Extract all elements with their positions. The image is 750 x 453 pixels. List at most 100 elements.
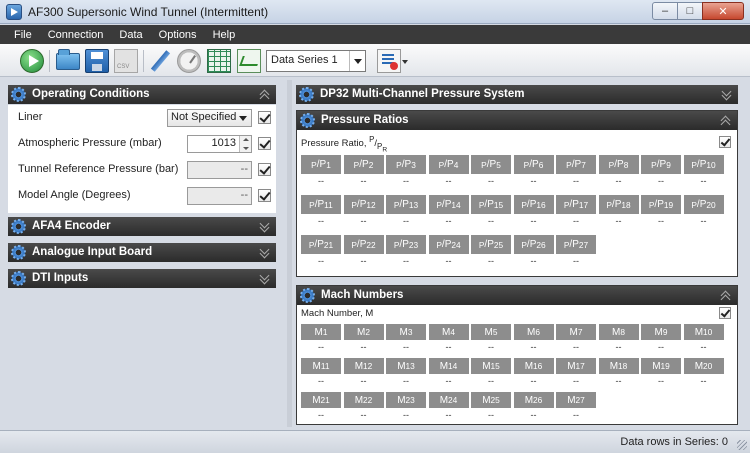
mach-index: 9: [662, 327, 668, 337]
model-angle-checkbox[interactable]: [258, 189, 271, 202]
pressure-ratios-checkbox[interactable]: [719, 136, 731, 148]
pressure-ratios-group: Pressure Ratios Pressure Ratio, P/PR P / P…: [296, 110, 738, 277]
report-icon[interactable]: [377, 49, 401, 73]
mach-index: 15: [490, 361, 500, 371]
formula-p-base: P: [404, 159, 412, 170]
pressure-ratio-value: --: [658, 216, 664, 226]
collapse-chevron-icon[interactable]: [721, 290, 731, 300]
mach-numbers-header[interactable]: Mach Numbers: [297, 286, 737, 305]
expand-chevron-icon[interactable]: [260, 221, 270, 231]
tunnel-reference-pressure-row: Tunnel Reference Pressure (bar) --: [8, 157, 276, 183]
menu-data[interactable]: Data: [119, 29, 142, 41]
panel-splitter[interactable]: [287, 80, 292, 427]
formula-index: 25: [493, 239, 504, 250]
gear-icon: [11, 245, 26, 260]
afa4-encoder-header[interactable]: AFA4 Encoder: [8, 217, 276, 236]
collapse-chevron-icon[interactable]: [260, 89, 270, 99]
dp32-header[interactable]: DP32 Multi-Channel Pressure System: [296, 85, 738, 104]
pane-title: DTI Inputs: [32, 272, 89, 284]
mach-number-label: M8: [598, 324, 639, 340]
save-icon[interactable]: [85, 49, 109, 73]
liner-checkbox[interactable]: [258, 111, 271, 124]
pressure-ratio-cell: P / P 2 --: [343, 155, 384, 189]
pressure-ratios-header[interactable]: Pressure Ratios: [297, 111, 737, 130]
chevron-down-icon[interactable]: [402, 60, 408, 64]
analogue-input-board-header[interactable]: Analogue Input Board: [8, 243, 276, 262]
pressure-ratio-label: P / P 19: [641, 195, 681, 214]
gauge-icon[interactable]: [177, 49, 201, 73]
maximize-button[interactable]: □: [677, 2, 703, 20]
operating-conditions-body: Liner Not Specified Atmospheric Pressure…: [8, 105, 276, 213]
resize-grip-icon[interactable]: [737, 440, 747, 450]
mach-symbol: M: [312, 394, 321, 406]
atmospheric-pressure-input[interactable]: 1013: [187, 135, 252, 153]
pressure-ratio-label: P / P 7: [556, 155, 596, 174]
mach-symbol: M: [439, 394, 449, 406]
pressure-ratio-cell: P / P 26 --: [513, 235, 554, 269]
mach-symbol: M: [567, 360, 576, 372]
pane-title: Analogue Input Board: [32, 246, 153, 258]
formula-p: P: [369, 135, 375, 144]
formula-p-base: P: [359, 239, 367, 250]
formula-p-base: P: [362, 159, 369, 170]
tunnel-reference-pressure-checkbox[interactable]: [258, 163, 271, 176]
dti-inputs-header[interactable]: DTI Inputs: [8, 269, 276, 288]
mach-number-label: M 25: [471, 392, 511, 408]
collapse-chevron-icon[interactable]: [721, 115, 731, 125]
mach-number-value: --: [445, 376, 452, 386]
pane-title: DP32 Multi-Channel Pressure System: [320, 88, 525, 100]
data-series-select[interactable]: Data Series 1: [266, 50, 366, 72]
atmospheric-pressure-checkbox[interactable]: [258, 137, 271, 150]
formula-index: 19: [663, 199, 674, 210]
pressure-ratio-cell: P / P 22 --: [343, 235, 384, 269]
expand-chevron-icon[interactable]: [260, 247, 270, 257]
pressure-ratio-value: --: [573, 216, 579, 226]
formula-r: R: [382, 146, 388, 154]
pressure-ratio-value: --: [318, 256, 324, 266]
model-angle-row: Model Angle (Degrees) --: [8, 183, 276, 209]
pencil-icon[interactable]: [148, 49, 172, 73]
menu-options[interactable]: Options: [159, 29, 197, 41]
operating-conditions-header[interactable]: Operating Conditions: [8, 85, 276, 104]
mach-symbol: M: [442, 326, 451, 338]
open-folder-icon[interactable]: [56, 49, 80, 70]
chart-icon[interactable]: [237, 49, 261, 73]
chevron-down-icon: [349, 51, 365, 71]
formula-p-base: P: [659, 159, 667, 170]
menu-help[interactable]: Help: [213, 29, 236, 41]
pressure-ratio-cell: P / P 10 --: [683, 155, 724, 189]
mach-number-cell: M 8 --: [598, 324, 639, 354]
mach-index: 8: [620, 327, 625, 337]
mach-symbol: M: [694, 326, 704, 338]
mach-number-label: M 26: [513, 392, 554, 408]
mach-number-label: M 14: [428, 358, 469, 374]
menu-file[interactable]: File: [14, 29, 32, 41]
spinner-icon[interactable]: [239, 136, 251, 152]
mach-number-cell: M 19 --: [641, 358, 681, 388]
pressure-ratio-label: P / P 1: [301, 155, 341, 174]
mach-number-cell: M 16 --: [513, 358, 554, 388]
pressure-ratio-label: P / P 2: [343, 155, 384, 174]
pressure-ratio-value: --: [403, 256, 409, 266]
formula-index: 3: [411, 159, 416, 170]
close-button[interactable]: ✕: [702, 2, 744, 20]
mach-symbol: M: [357, 326, 366, 338]
export-csv-icon[interactable]: [114, 49, 138, 73]
formula-index: 18: [621, 199, 631, 210]
pressure-ratio-label: P / P 20: [683, 195, 724, 214]
window-title: AF300 Supersonic Wind Tunnel (Intermitte…: [28, 5, 269, 19]
expand-chevron-icon[interactable]: [722, 89, 732, 99]
formula-p-base: P: [617, 159, 624, 170]
menu-connection[interactable]: Connection: [48, 29, 104, 41]
mach-numbers-checkbox[interactable]: [719, 307, 731, 319]
minimize-button[interactable]: –: [652, 2, 678, 20]
table-icon[interactable]: [207, 49, 231, 73]
expand-chevron-icon[interactable]: [260, 273, 270, 283]
pressure-ratio-value: --: [360, 176, 367, 186]
pressure-ratio-cell: P / P 12 --: [343, 195, 384, 229]
play-icon[interactable]: [20, 49, 44, 73]
formula-index: 11: [324, 199, 333, 210]
formula-index: 8: [623, 159, 629, 170]
liner-select[interactable]: Not Specified: [167, 109, 252, 127]
pressure-ratio-value: --: [318, 176, 324, 186]
